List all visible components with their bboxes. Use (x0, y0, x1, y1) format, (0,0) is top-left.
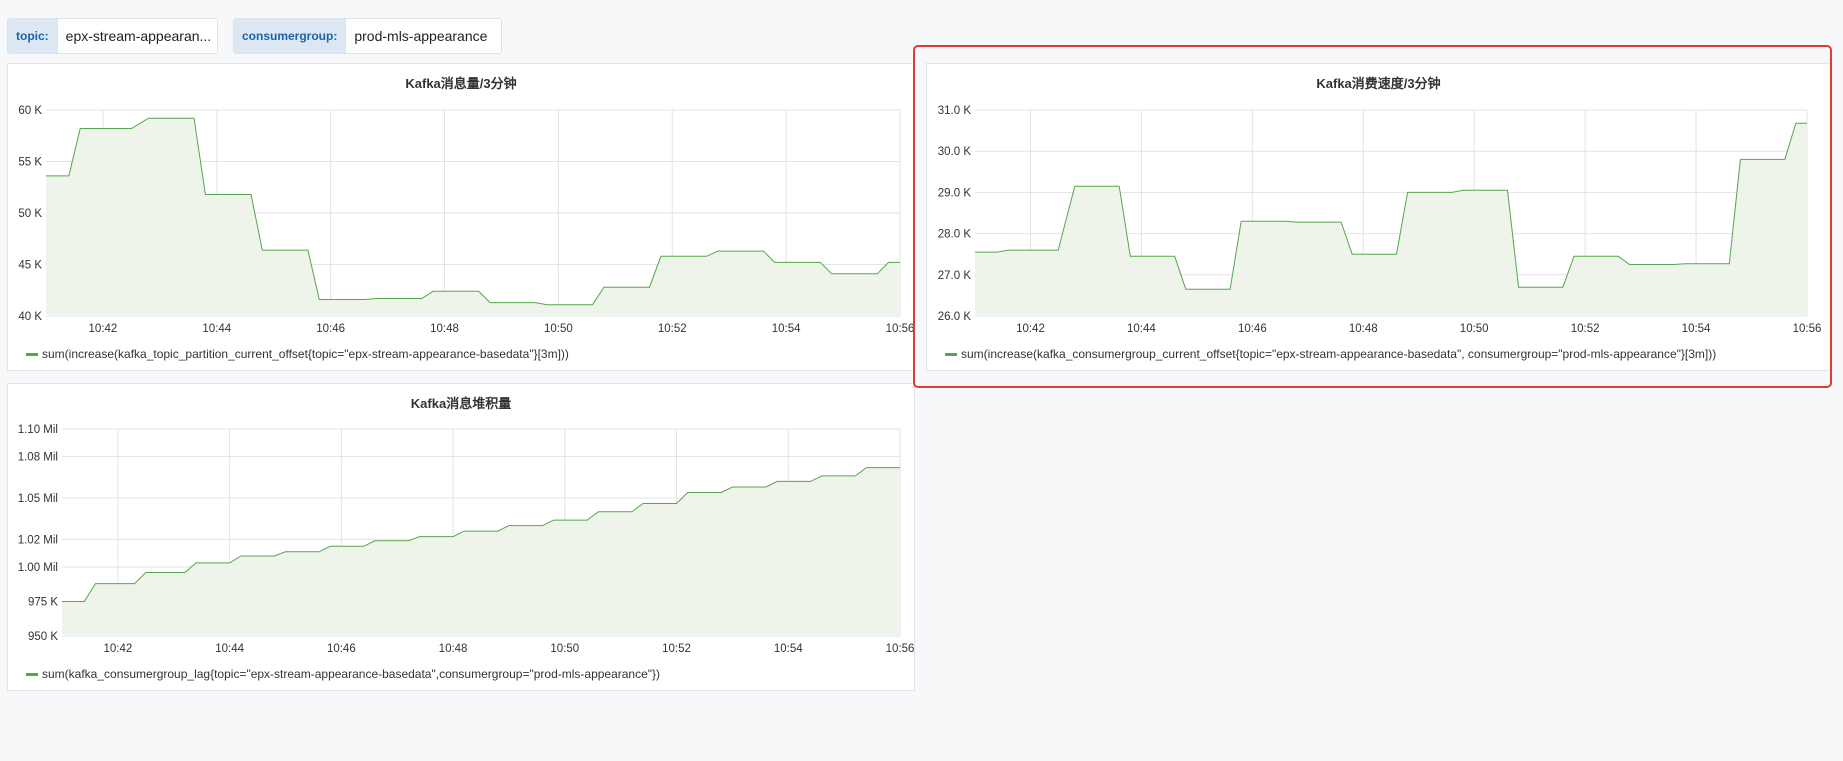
topic-variable[interactable]: topic: epx-stream-appearan... (7, 18, 218, 54)
consumergroup-variable-select[interactable]: prod-mls-appearance (346, 19, 495, 53)
x-tick-label: 10:50 (550, 643, 579, 655)
x-tick-label: 10:44 (215, 643, 244, 655)
y-tick-label: 45 K (18, 260, 42, 272)
x-tick-label: 10:44 (202, 323, 231, 335)
legend-label: sum(kafka_consumergroup_lag{topic="epx-s… (42, 667, 661, 681)
topic-variable-select[interactable]: epx-stream-appearan... (58, 19, 217, 53)
x-tick-label: 10:54 (774, 643, 803, 655)
y-tick-label: 1.08 Mil (18, 452, 58, 464)
y-tick-label: 1.10 Mil (18, 424, 58, 436)
y-tick-label: 40 K (18, 311, 42, 323)
x-tick-label: 10:42 (89, 323, 118, 335)
x-tick-label: 10:56 (886, 643, 915, 655)
x-tick-label: 10:52 (658, 323, 687, 335)
y-tick-label: 950 K (28, 631, 58, 643)
panel-consumer-lag[interactable]: Kafka消息堆积量 950 K 975 K 1.00 Mil 1.02 Mil 1.0… (7, 383, 915, 691)
y-tick-label: 1.02 Mil (18, 534, 58, 546)
message-volume-chart: 40 K 45 K 50 K 55 K 60 K 10:42 10:44 10:46 10:48… (18, 105, 915, 335)
highlight-box (913, 45, 1832, 388)
series-color-swatch (26, 352, 38, 356)
x-tick-label: 10:46 (316, 323, 345, 335)
y-tick-label: 50 K (18, 208, 42, 220)
x-tick-label: 10:52 (662, 643, 691, 655)
series-area-fill (62, 467, 900, 636)
topic-variable-label: topic: (8, 19, 58, 53)
consumergroup-variable-label: consumergroup: (234, 19, 347, 53)
legend-item[interactable]: sum(increase(kafka_topic_partition_curre… (26, 347, 569, 361)
series-area-fill (46, 118, 900, 316)
y-tick-label: 1.00 Mil (18, 562, 58, 574)
x-tick-label: 10:48 (430, 323, 459, 335)
x-tick-label: 10:56 (886, 323, 915, 335)
x-tick-label: 10:46 (327, 643, 356, 655)
y-tick-label: 60 K (18, 105, 42, 117)
y-tick-label: 1.05 Mil (18, 493, 58, 505)
y-tick-label: 55 K (18, 157, 42, 169)
x-tick-label: 10:48 (439, 643, 468, 655)
x-tick-label: 10:54 (772, 323, 801, 335)
x-tick-label: 10:50 (544, 323, 573, 335)
series-color-swatch (26, 672, 38, 676)
x-tick-label: 10:42 (103, 643, 132, 655)
consumergroup-variable[interactable]: consumergroup: prod-mls-appearance (233, 18, 502, 54)
legend-item[interactable]: sum(kafka_consumergroup_lag{topic="epx-s… (26, 667, 660, 681)
panel-message-volume[interactable]: Kafka消息量/3分钟 40 K 45 K 50 K 55 K 60 K 10:42 10… (7, 63, 915, 371)
legend-label: sum(increase(kafka_topic_partition_curre… (42, 347, 569, 361)
consumer-lag-chart: 950 K 975 K 1.00 Mil 1.02 Mil 1.05 Mil 1.08 M… (18, 424, 915, 655)
y-tick-label: 975 K (28, 597, 58, 609)
